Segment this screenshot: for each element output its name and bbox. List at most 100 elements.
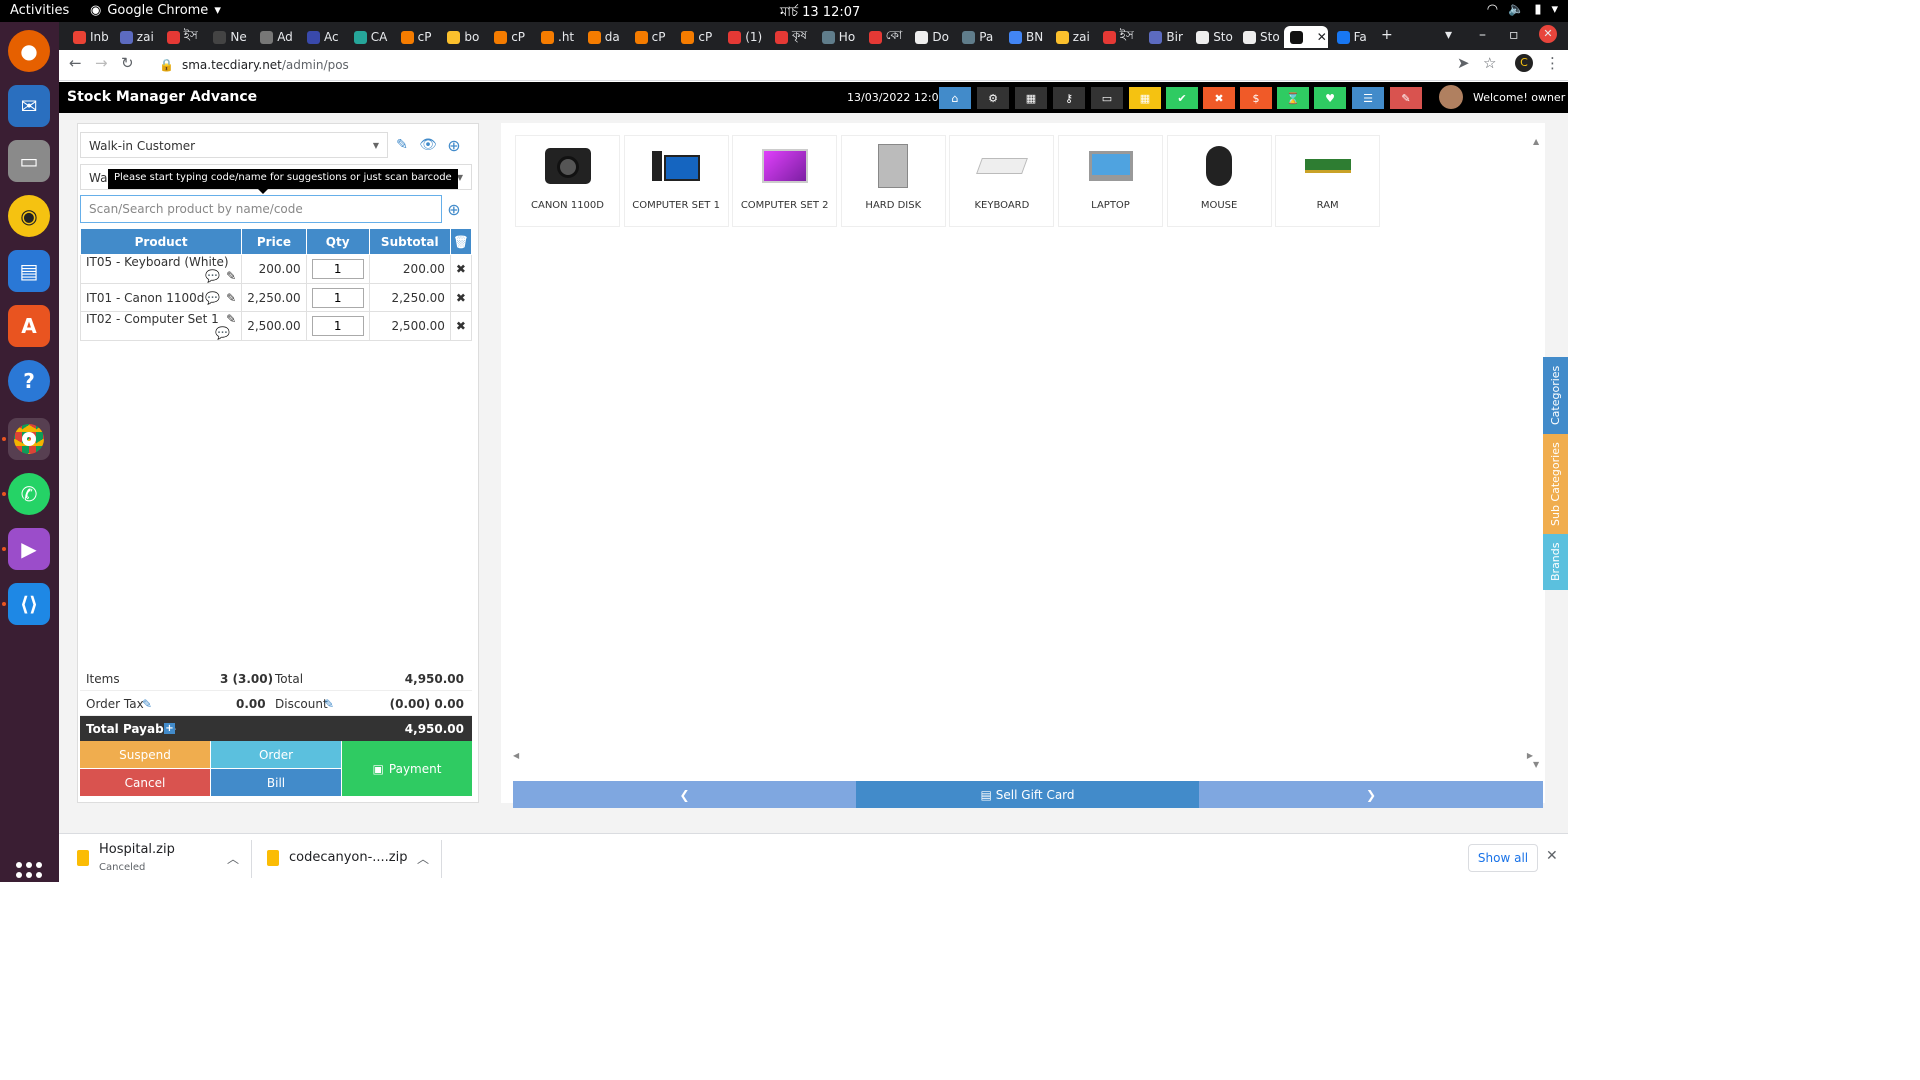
browser-tab[interactable]: Inb: [67, 26, 112, 48]
chevron-up-icon[interactable]: ︿: [227, 850, 239, 867]
browser-tab[interactable]: Ne: [207, 26, 252, 48]
browser-tab[interactable]: Bir: [1143, 26, 1188, 48]
edit-tax-icon[interactable]: ✎: [142, 697, 152, 711]
extension-icon[interactable]: C: [1515, 54, 1533, 72]
browser-tab[interactable]: BN: [1003, 26, 1048, 48]
brand-title[interactable]: Stock Manager Advance: [67, 89, 257, 105]
trash-icon[interactable]: 🗑: [449, 228, 473, 255]
hourglass-icon[interactable]: ⌛: [1277, 87, 1309, 109]
qty-input[interactable]: [311, 287, 364, 308]
writer-icon[interactable]: ▤: [8, 250, 50, 292]
restore-icon[interactable]: ▫: [1509, 27, 1519, 43]
edit-customer-icon[interactable]: ✎: [390, 132, 414, 158]
payment-button[interactable]: ▣ Payment: [342, 741, 472, 796]
browser-tab[interactable]: (1): [722, 26, 767, 48]
product-tile[interactable]: LAPTOP: [1058, 135, 1163, 227]
calculator-icon[interactable]: ▦: [1015, 87, 1047, 109]
remove-item-icon[interactable]: ✖: [449, 311, 473, 341]
browser-tab[interactable]: Ac: [301, 26, 346, 48]
qty-input[interactable]: [311, 259, 364, 279]
product-search-input[interactable]: Scan/Search product by name/code: [80, 195, 442, 223]
order-button[interactable]: Order: [211, 741, 341, 768]
next-page-button[interactable]: ❯: [1199, 781, 1543, 808]
browser-tab[interactable]: Ad: [254, 26, 299, 48]
browser-tab[interactable]: cP: [629, 26, 674, 48]
browser-tab[interactable]: কৃষ: [769, 26, 814, 48]
product-tile[interactable]: CANON 1100D: [515, 135, 620, 227]
browser-tab[interactable]: Do: [909, 26, 954, 48]
comment-icon[interactable]: 💬: [205, 269, 220, 283]
download-item[interactable]: Hospital.zip Canceled ︿: [77, 840, 247, 878]
system-tray[interactable]: ◠ 🔈 ▮ ▾: [1487, 2, 1558, 17]
plus-icon[interactable]: +: [164, 723, 175, 734]
product-name[interactable]: IT05 - Keyboard (White): [86, 255, 229, 269]
browser-tab[interactable]: Sto: [1190, 26, 1235, 48]
suspend-button[interactable]: Suspend: [80, 741, 210, 768]
show-all-button[interactable]: Show all: [1468, 844, 1538, 872]
view-display-icon[interactable]: ▭: [1091, 87, 1123, 109]
browser-tab[interactable]: .ht: [535, 26, 580, 48]
close-icon[interactable]: ✕: [1546, 848, 1558, 864]
comment-icon[interactable]: 💬: [215, 326, 230, 340]
help-icon[interactable]: ?: [8, 360, 50, 402]
tab-search-icon[interactable]: ▾: [1445, 27, 1452, 43]
chrome-dock-icon[interactable]: [8, 418, 50, 460]
add-customer-icon[interactable]: ⊕: [442, 132, 466, 158]
edit-item-icon[interactable]: ✎: [226, 312, 236, 326]
activities-button[interactable]: Activities: [10, 3, 69, 18]
heart-icon[interactable]: ♥: [1314, 87, 1346, 109]
browser-tab[interactable]: bo: [441, 26, 486, 48]
add-product-icon[interactable]: ⊕: [442, 196, 466, 222]
address-bar[interactable]: 🔒 sma.tecdiary.net/admin/pos: [151, 53, 1451, 77]
categories-tab[interactable]: Categories: [1543, 357, 1568, 434]
vscode-icon[interactable]: ⟨⟩: [8, 583, 50, 625]
edit-item-icon[interactable]: ✎: [226, 269, 236, 283]
browser-tab[interactable]: cP: [488, 26, 533, 48]
rhythmbox-icon[interactable]: ◉: [8, 195, 50, 237]
app-menu[interactable]: ◉ Google Chrome ▾: [90, 3, 221, 18]
edit-item-icon[interactable]: ✎: [226, 291, 236, 305]
edit-discount-icon[interactable]: ✎: [324, 697, 334, 711]
product-tile[interactable]: MOUSE: [1166, 135, 1272, 227]
product-name[interactable]: IT02 - Computer Set 1: [86, 312, 219, 326]
browser-tab[interactable]: cP: [675, 26, 720, 48]
reload-icon[interactable]: ↻: [121, 54, 134, 72]
grid-icon[interactable]: ▦: [1129, 87, 1161, 109]
browser-tab[interactable]: কো: [863, 26, 908, 48]
horizontal-scrollbar[interactable]: ◀ ▶: [513, 751, 1533, 760]
product-tile[interactable]: COMPUTER SET 2: [732, 135, 838, 227]
shortcut-key-icon[interactable]: ⚷: [1053, 87, 1085, 109]
dashboard-icon[interactable]: ⌂: [939, 87, 971, 109]
new-tab-icon[interactable]: +: [1381, 27, 1393, 43]
browser-tab[interactable]: Fa: [1331, 26, 1376, 48]
scrollbar[interactable]: ▲ ▼: [1533, 137, 1541, 769]
show-applications-icon[interactable]: [16, 862, 42, 888]
qty-input[interactable]: [311, 316, 364, 336]
bookmark-star-icon[interactable]: ☆: [1483, 54, 1496, 72]
send-icon[interactable]: ➤: [1457, 54, 1470, 72]
brands-tab[interactable]: Brands: [1543, 534, 1568, 590]
chevron-up-icon[interactable]: ︿: [417, 850, 429, 867]
whatsapp-icon[interactable]: ✆: [8, 473, 50, 515]
eraser-icon[interactable]: ✎: [1390, 87, 1422, 109]
dollar-icon[interactable]: $: [1240, 87, 1272, 109]
comment-icon[interactable]: 💬: [205, 291, 220, 305]
product-name[interactable]: IT01 - Canon 1100d: [86, 291, 204, 305]
browser-tab[interactable]: CA: [348, 26, 393, 48]
avatar[interactable]: [1439, 85, 1463, 109]
product-tile[interactable]: RAM: [1275, 135, 1381, 227]
browser-tab[interactable]: zai: [114, 26, 159, 48]
product-tile[interactable]: HARD DISK: [840, 135, 946, 227]
browser-tab[interactable]: ✕: [1283, 26, 1328, 48]
browser-tab[interactable]: ইস: [1097, 26, 1142, 48]
minimize-icon[interactable]: –: [1479, 27, 1486, 43]
browser-tab[interactable]: zai: [1050, 26, 1095, 48]
browser-tab[interactable]: cP: [395, 26, 440, 48]
sub-categories-tab[interactable]: Sub Categories: [1543, 434, 1568, 534]
clock[interactable]: মার্চ 13 12:07: [780, 3, 860, 24]
browser-tab[interactable]: Pa: [956, 26, 1001, 48]
thunderbird-icon[interactable]: ✉: [8, 85, 50, 127]
back-icon[interactable]: ←: [69, 54, 82, 72]
welcome-text[interactable]: Welcome! owner: [1473, 91, 1565, 104]
customer-select[interactable]: Walk-in Customer ▼: [80, 132, 388, 158]
